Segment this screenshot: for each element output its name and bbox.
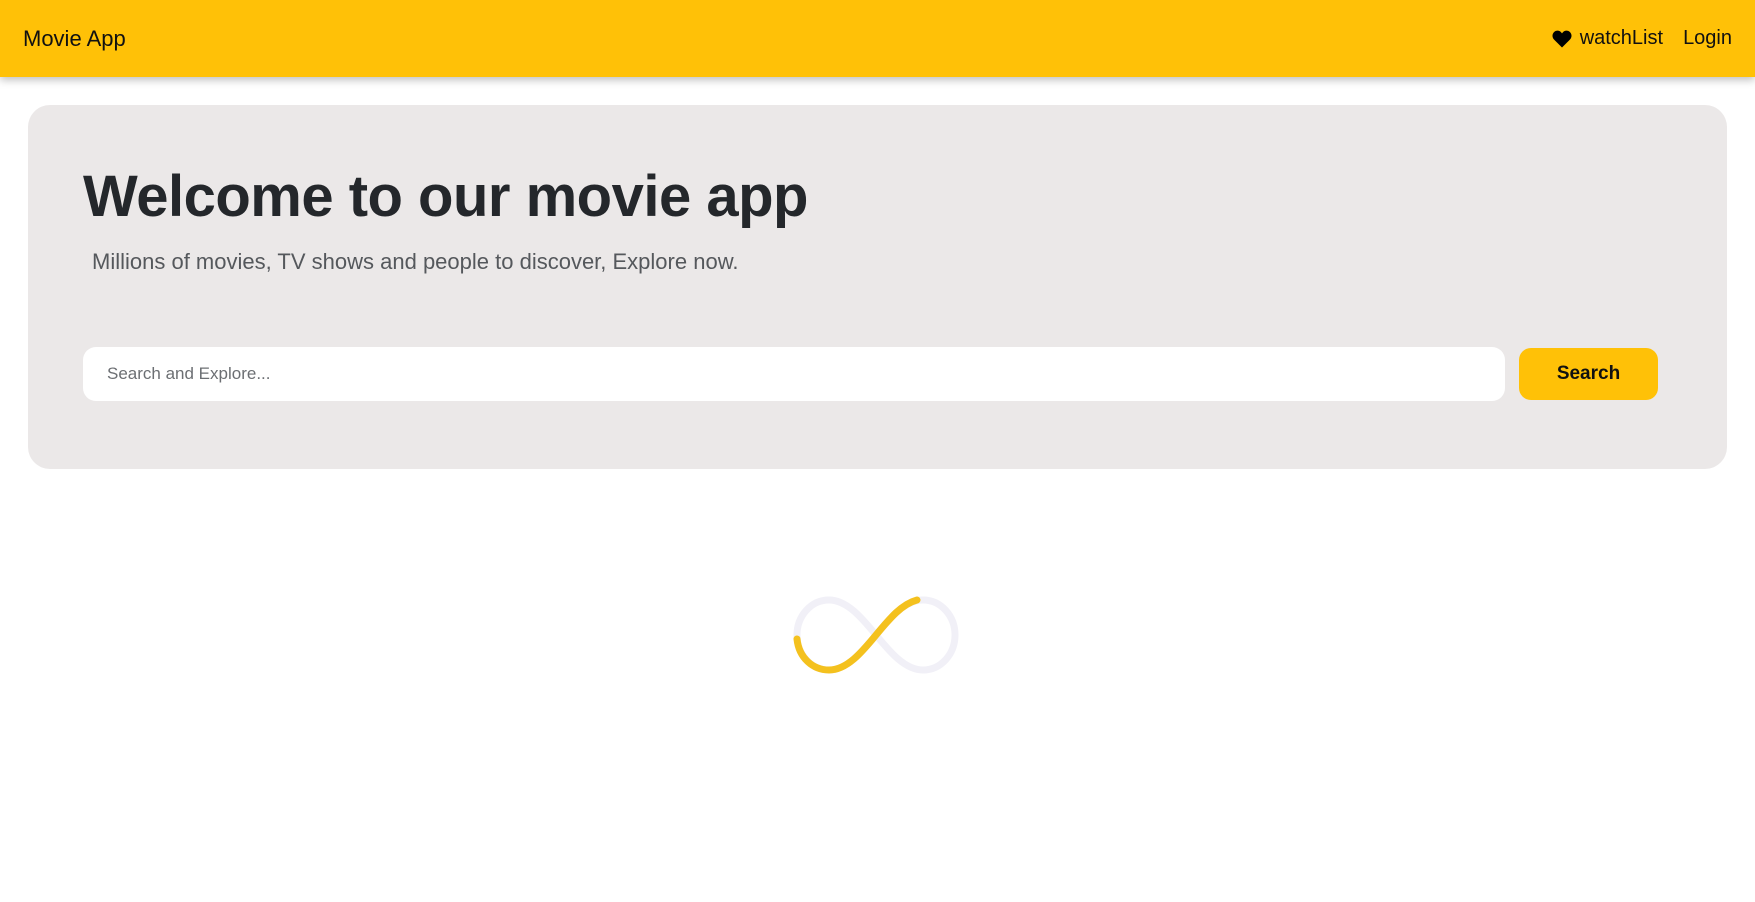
navbar: Movie App watchList Login (0, 0, 1755, 77)
search-input[interactable] (83, 347, 1505, 401)
login-link[interactable]: Login (1683, 27, 1732, 50)
watchlist-label: watchList (1579, 27, 1664, 49)
brand-link[interactable]: Movie App (23, 26, 126, 52)
hero-subtitle: Millions of movies, TV shows and people … (92, 249, 739, 274)
nav-links: watchList Login (1552, 27, 1732, 50)
watchlist-link[interactable]: watchList (1552, 27, 1663, 50)
search-button[interactable]: Search (1519, 348, 1658, 400)
heart-icon (1552, 30, 1572, 48)
page-title: Welcome to our movie app (83, 164, 808, 229)
loading-spinner (789, 590, 963, 680)
hero-banner: Welcome to our movie app Millions of mov… (28, 105, 1727, 469)
infinity-spinner-icon (793, 596, 959, 674)
